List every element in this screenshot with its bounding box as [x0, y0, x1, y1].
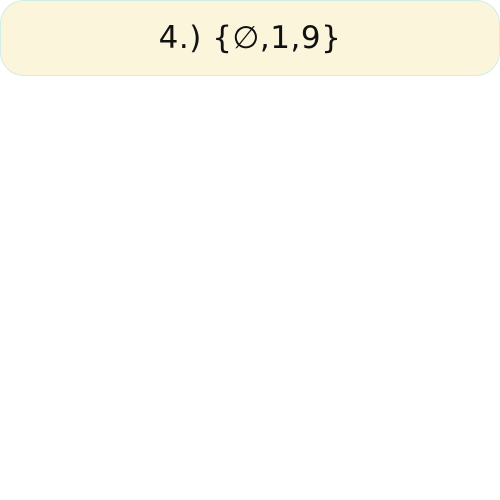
page: 4.) {∅,1,9}	[0, 0, 500, 500]
answer-option-4[interactable]: 4.) {∅,1,9}	[0, 0, 500, 76]
answer-option-label: 4.) {∅,1,9}	[158, 20, 342, 56]
